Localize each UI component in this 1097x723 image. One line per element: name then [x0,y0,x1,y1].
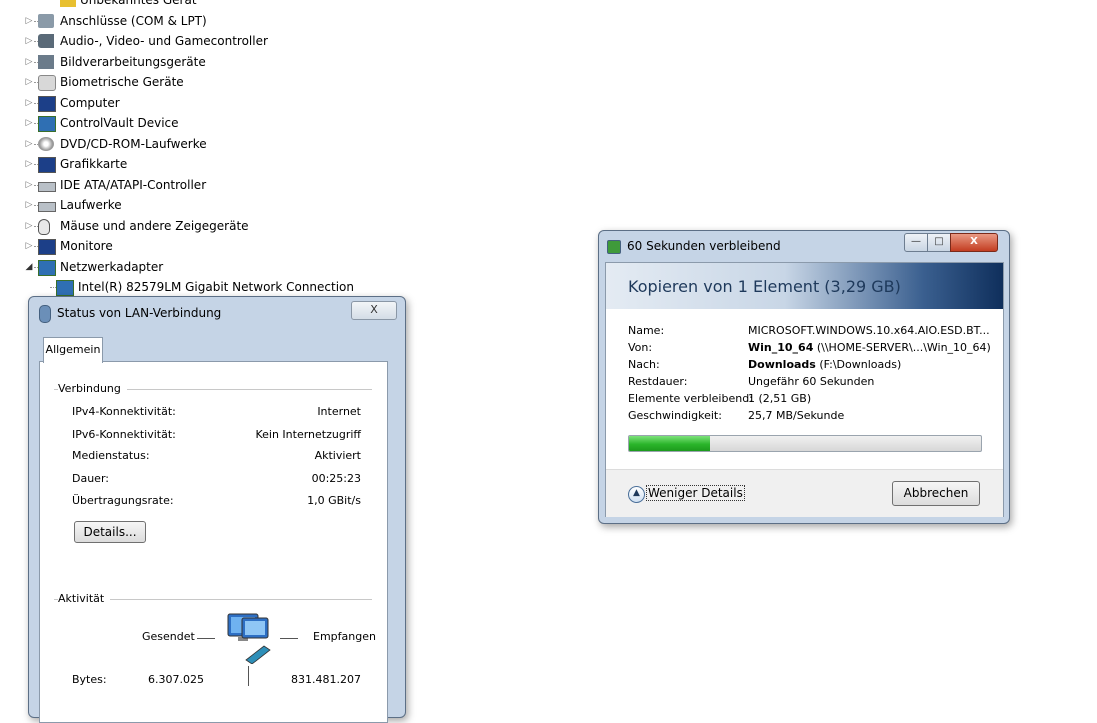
copy-progress-bar [628,435,982,452]
tab-panel-general: Verbindung IPv4-Konnektivität: Internet … [39,361,388,723]
from-label: Von: [628,341,653,354]
disk-drive-icon [38,202,56,212]
network-adapter-icon [38,259,56,276]
ipv4-label: IPv4-Konnektivität: [72,405,176,418]
less-details-button[interactable]: Weniger Details [646,485,745,501]
port-icon [38,13,54,28]
expand-arrow-icon[interactable]: ▷ [24,72,34,93]
computer-icon [38,95,56,112]
to-path: (F:\Downloads) [815,358,902,371]
group-connection: Verbindung [58,382,127,395]
fingerprint-icon [38,75,56,91]
duration-value: 00:25:23 [311,472,361,485]
expand-arrow-icon[interactable]: ▷ [24,113,34,134]
tree-item-drives[interactable]: ▷ Laufwerke [22,195,582,216]
details-button[interactable]: Details... [74,521,146,543]
expand-arrow-icon[interactable]: ▷ [24,236,34,257]
tab-general[interactable]: Allgemein [43,337,103,363]
collapse-arrow-icon[interactable]: ◢ [24,257,34,278]
warning-device-icon [60,0,76,7]
tree-item-unknown-device[interactable]: Unbekanntes Gerät [22,0,582,11]
dialog-title: 60 Sekunden verbleibend [627,239,781,253]
speaker-icon [38,34,54,48]
expand-arrow-icon[interactable]: ▷ [24,52,34,73]
speed-label: Übertragungsrate: [72,494,174,507]
tree-item-monitors[interactable]: ▷ Monitore [22,236,582,257]
expand-arrow-icon[interactable]: ▷ [24,11,34,32]
bytes-received-value: 831.481.207 [291,673,361,686]
display-adapter-icon [38,157,56,173]
group-activity: Aktivität [58,592,111,605]
device-tree: Unbekanntes Gerät ▷ Anschlüsse (COM & LP… [22,0,582,298]
chevron-up-icon[interactable]: ▲ [628,486,645,503]
sent-label: Gesendet [142,630,195,643]
tree-item-network-adapters[interactable]: ◢ Netzwerkadapter [22,257,582,278]
name-value: MICROSOFT.WINDOWS.10.x64.AIO.ESD.BT... [748,324,990,337]
close-button[interactable]: X [351,301,397,320]
ipv6-value: Kein Internetzugriff [255,428,361,441]
media-status-value: Aktiviert [314,449,361,462]
expand-arrow-icon[interactable]: ▷ [24,134,34,155]
dialog-title: Status von LAN-Verbindung [57,306,222,320]
close-button[interactable]: X [950,233,998,252]
expand-arrow-icon[interactable]: ▷ [24,31,34,52]
tree-item-intel-nic[interactable]: Intel(R) 82579LM Gigabit Network Connect… [22,277,582,298]
remaining-label: Restdauer: [628,375,688,388]
copy-progress-dialog: 60 Sekunden verbleibend — □ X Kopieren v… [598,230,1010,524]
tree-item-biometric[interactable]: ▷ Biometrische Geräte [22,72,582,93]
network-computer-icon [227,613,271,664]
from-path: (\\HOME-SERVER\...\Win_10_64) [813,341,991,354]
media-status-label: Medienstatus: [72,449,150,462]
ipv6-label: IPv6-Konnektivität: [72,428,176,441]
tree-item-controlvault[interactable]: ▷ ControlVault Device [22,113,582,134]
network-device-icon [38,116,56,132]
maximize-button[interactable]: □ [927,233,951,252]
remaining-value: Ungefähr 60 Sekunden [748,375,875,388]
copy-heading: Kopieren von 1 Element (3,29 GB) [628,277,901,296]
ipv4-value: Internet [317,405,361,418]
copy-body: Kopieren von 1 Element (3,29 GB) Name: M… [605,262,1004,517]
expand-arrow-icon[interactable]: ▷ [24,195,34,216]
disc-drive-icon [38,136,54,151]
bytes-sent-value: 6.307.025 [148,673,204,686]
cancel-button[interactable]: Abbrechen [892,481,980,506]
copy-header: Kopieren von 1 Element (3,29 GB) [606,263,1003,309]
minimize-button[interactable]: — [904,233,928,252]
items-label: Elemente verbleibend: [628,392,753,405]
to-folder[interactable]: Downloads [748,358,816,371]
lan-status-dialog: Status von LAN-Verbindung X Allgemein Ve… [28,296,406,723]
network-connection-icon [39,305,51,323]
name-label: Name: [628,324,665,337]
from-value[interactable]: Win_10_64 (\\HOME-SERVER\...\Win_10_64) [748,341,991,354]
to-value[interactable]: Downloads (F:\Downloads) [748,358,901,371]
speed-label: Geschwindigkeit: [628,409,722,422]
expand-arrow-icon[interactable]: ▷ [24,93,34,114]
tree-item-imaging[interactable]: ▷ Bildverarbeitungsgeräte [22,52,582,73]
ide-controller-icon [38,181,56,192]
tree-item-audio[interactable]: ▷ Audio-, Video- und Gamecontroller [22,31,582,52]
progress-fill [629,436,710,451]
tree-item-ports[interactable]: ▷ Anschlüsse (COM & LPT) [22,11,582,32]
tree-item-mice[interactable]: ▷ Mäuse und andere Zeigegeräte [22,216,582,237]
copy-icon [607,240,621,254]
speed-value: 1,0 GBit/s [307,494,361,507]
duration-label: Dauer: [72,472,109,485]
tree-item-computer[interactable]: ▷ Computer [22,93,582,114]
monitor-icon [38,239,56,255]
network-adapter-icon [56,280,74,296]
bytes-label: Bytes: [72,673,107,686]
tree-item-ide[interactable]: ▷ IDE ATA/ATAPI-Controller [22,175,582,196]
from-folder[interactable]: Win_10_64 [748,341,813,354]
to-label: Nach: [628,358,660,371]
expand-arrow-icon[interactable]: ▷ [24,154,34,175]
mouse-icon [38,218,50,235]
tree-item-graphics[interactable]: ▷ Grafikkarte [22,154,582,175]
camera-icon [38,54,54,69]
expand-arrow-icon[interactable]: ▷ [24,175,34,196]
speed-value: 25,7 MB/Sekunde [748,409,845,422]
received-label: Empfangen [313,630,376,643]
tree-item-dvd[interactable]: ▷ DVD/CD-ROM-Laufwerke [22,134,582,155]
expand-arrow-icon[interactable]: ▷ [24,216,34,237]
items-value: 1 (2,51 GB) [748,392,812,405]
